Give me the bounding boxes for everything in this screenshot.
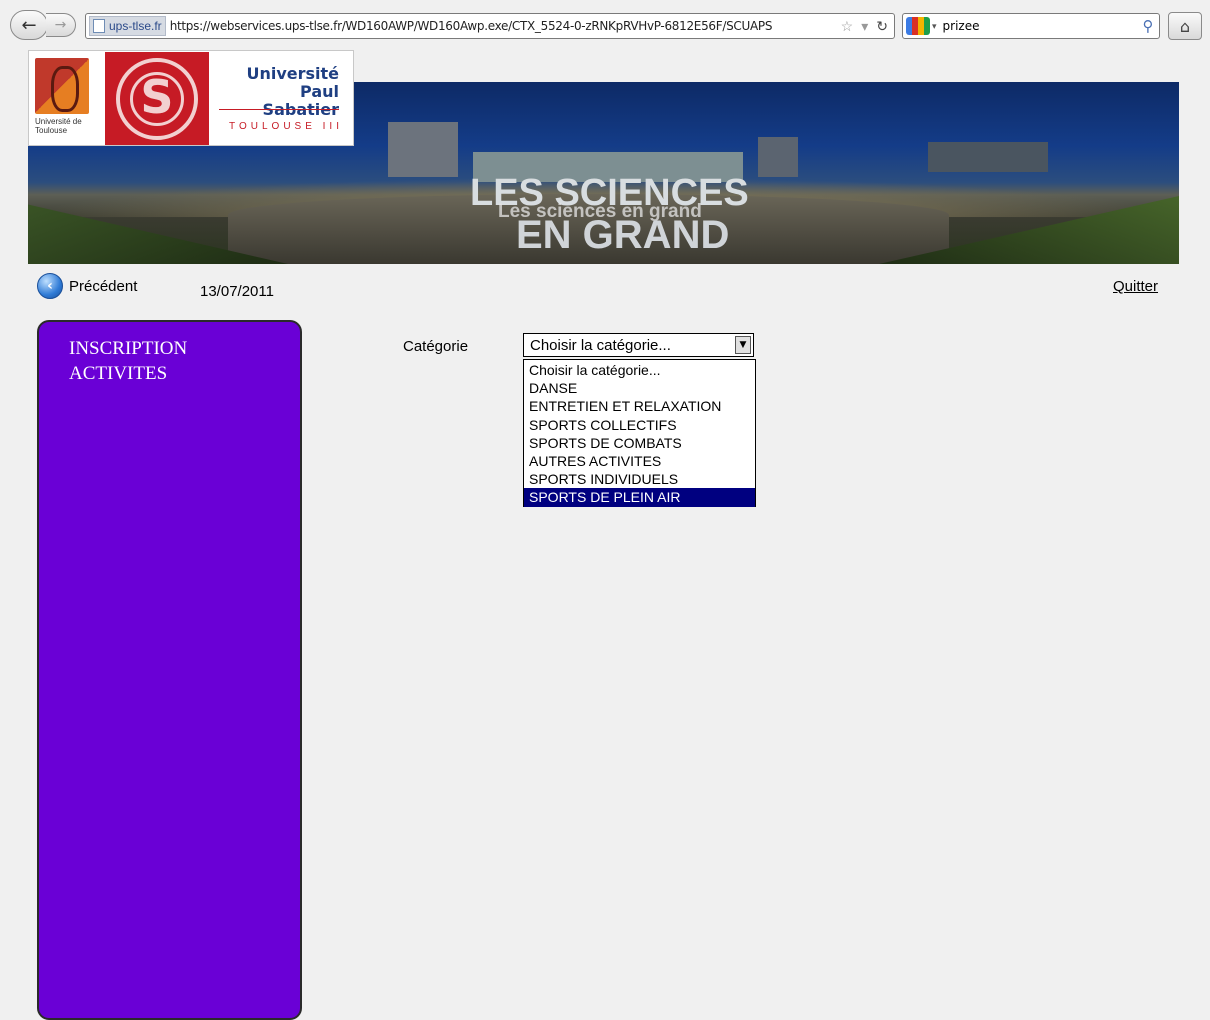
banner-building: [388, 122, 458, 177]
dropdown-icon[interactable]: ▾: [861, 18, 868, 35]
search-input[interactable]: prizee: [943, 19, 1137, 33]
site-identity-button[interactable]: ups-tlse.fr: [89, 16, 166, 36]
category-option-highlighted[interactable]: SPORTS DE PLEIN AIR: [524, 488, 755, 507]
search-box[interactable]: ▾ prizee ⚲: [902, 13, 1160, 39]
category-option[interactable]: AUTRES ACTIVITES: [524, 452, 755, 470]
previous-link[interactable]: ‹ Précédent: [37, 273, 137, 299]
quit-link[interactable]: Quitter: [1113, 278, 1158, 295]
url-text[interactable]: https://webservices.ups-tlse.fr/WD160AWP…: [170, 19, 841, 33]
ups-s-icon: [116, 57, 198, 140]
category-select[interactable]: Choisir la catégorie... ▼: [523, 333, 754, 357]
category-label: Catégorie: [403, 338, 469, 355]
banner-slogan-bottom: EN GRAND: [516, 213, 730, 257]
university-city: TOULOUSE III: [229, 121, 343, 132]
url-bar[interactable]: ups-tlse.fr https://webservices.ups-tlse…: [85, 13, 895, 39]
search-engine-icon[interactable]: [906, 17, 930, 35]
sidebar-title-line2: ACTIVITES: [69, 363, 168, 384]
banner-building: [928, 142, 1048, 172]
category-option[interactable]: SPORTS DE COMBATS: [524, 434, 755, 452]
search-icon[interactable]: ⚲: [1137, 17, 1159, 35]
category-select-value: Choisir la catégorie...: [530, 336, 671, 354]
sidebar-title[interactable]: INSCRIPTION ACTIVITES: [69, 336, 187, 386]
star-icon[interactable]: ☆: [841, 18, 854, 35]
banner-building: [758, 137, 798, 177]
university-logo[interactable]: Université de Toulouse Université Paul S…: [28, 50, 354, 146]
ups-emblem: [105, 52, 209, 145]
university-name: Université Paul Sabatier: [219, 65, 339, 119]
back-button[interactable]: ←: [10, 10, 48, 40]
url-icons: ☆ ▾ ↻: [841, 18, 894, 35]
university-name-line1: Université: [246, 64, 339, 83]
search-engine-dropdown-icon[interactable]: ▾: [932, 21, 937, 32]
forward-button[interactable]: →: [46, 13, 76, 37]
sidebar-panel: INSCRIPTION ACTIVITES: [37, 320, 302, 1020]
reload-icon[interactable]: ↻: [876, 18, 888, 35]
category-option[interactable]: SPORTS COLLECTIFS: [524, 416, 755, 434]
ut-label: Université de Toulouse: [35, 117, 82, 135]
chevron-down-icon[interactable]: ▼: [735, 336, 751, 354]
back-icon: ←: [21, 14, 37, 36]
category-option[interactable]: DANSE: [524, 379, 755, 397]
site-identity-label: ups-tlse.fr: [109, 19, 162, 33]
category-option[interactable]: SPORTS INDIVIDUELS: [524, 470, 755, 488]
toulouse-emblem-icon: [35, 58, 89, 114]
sidebar-title-line1: INSCRIPTION: [69, 338, 188, 359]
forward-icon: →: [54, 17, 67, 33]
page-icon: [93, 19, 105, 33]
category-option[interactable]: ENTRETIEN ET RELAXATION: [524, 397, 755, 415]
logo-divider: [219, 109, 339, 110]
category-dropdown-list: Choisir la catégorie... DANSE ENTRETIEN …: [523, 359, 756, 507]
universite-de-toulouse-logo: Université de Toulouse: [35, 58, 93, 146]
browser-toolbar: ← → ups-tlse.fr https://webservices.ups-…: [0, 0, 1210, 50]
previous-label[interactable]: Précédent: [69, 278, 137, 295]
previous-arrow-icon[interactable]: ‹: [37, 273, 63, 299]
current-date: 13/07/2011: [200, 283, 274, 300]
home-button[interactable]: ⌂: [1168, 12, 1202, 40]
university-name-line2: Paul Sabatier: [262, 82, 339, 119]
category-option[interactable]: Choisir la catégorie...: [524, 361, 755, 379]
home-icon: ⌂: [1179, 16, 1191, 36]
